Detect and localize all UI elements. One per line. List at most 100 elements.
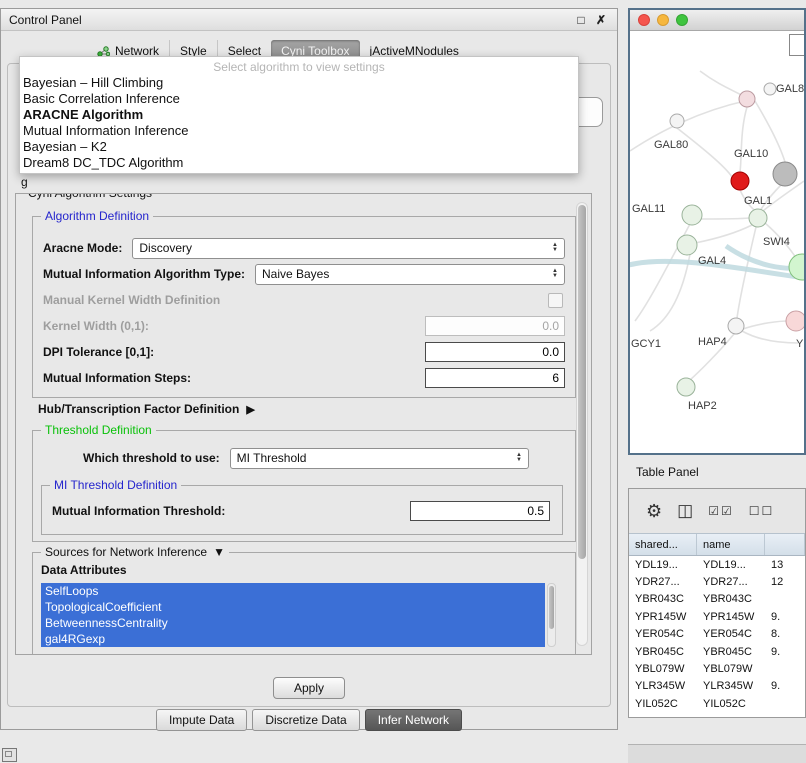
column-header-shared-name[interactable]: shared... [629, 534, 697, 555]
table-row[interactable]: YDL19...YDL19...13 [629, 556, 805, 573]
settings-group-title: Cyni Algorithm Settings [24, 193, 156, 200]
manual-kernel-checkbox[interactable] [548, 293, 563, 308]
table-row[interactable]: YBL079WYBL079W [629, 660, 805, 677]
list-item[interactable]: BetweennessCentrality [41, 615, 545, 631]
cell: 9. [765, 611, 805, 623]
column-header-extra[interactable] [765, 534, 805, 555]
algorithm-option[interactable]: Dream8 DC_TDC Algorithm [20, 155, 578, 171]
hub-definition-toggle[interactable]: Hub/Transcription Factor Definition ▶ [38, 402, 255, 416]
column-header-name[interactable]: name [697, 534, 765, 555]
node-label: GCY1 [631, 338, 661, 350]
deselect-all-icon[interactable]: ☐☐ [749, 504, 775, 518]
tab-discretize-data[interactable]: Discretize Data [252, 709, 359, 731]
algorithm-option-selected[interactable]: ARACNE Algorithm [20, 107, 578, 123]
tab-infer-network[interactable]: Infer Network [365, 709, 462, 731]
node-label: HAP2 [688, 400, 717, 412]
cyni-algorithm-settings-group: Cyni Algorithm Settings Algorithm Defini… [15, 193, 592, 655]
tab-impute-data[interactable]: Impute Data [156, 709, 247, 731]
cell: YLR345W [629, 680, 697, 692]
table-row[interactable]: YBR043CYBR043C [629, 591, 805, 608]
list-item[interactable]: SelfLoops [41, 583, 545, 599]
sources-title: Sources for Network Inference [45, 545, 207, 559]
network-node[interactable] [749, 209, 767, 227]
algorithm-option[interactable]: Bayesian – K2 [20, 139, 578, 155]
algorithm-option[interactable]: Mutual Information Inference [20, 123, 578, 139]
select-all-icon[interactable]: ☑☑ [708, 504, 734, 518]
mi-steps-row: Mutual Information Steps: [33, 365, 575, 391]
threshold-definition-group: Threshold Definition Which threshold to … [32, 430, 576, 542]
network-node[interactable] [731, 172, 749, 190]
cell: YIL052C [629, 698, 697, 710]
cell: YIL052C [697, 698, 765, 710]
table-row[interactable]: YPR145WYPR145W9. [629, 608, 805, 625]
mi-steps-label: Mutual Information Steps: [43, 371, 191, 385]
network-node[interactable] [739, 91, 755, 107]
gear-icon[interactable]: ⚙ [646, 501, 662, 522]
apply-button[interactable]: Apply [273, 677, 345, 699]
algorithm-definition-title: Algorithm Definition [41, 209, 153, 223]
aracne-mode-value: Discovery [139, 241, 192, 255]
cell: YER054C [697, 628, 765, 640]
table-row[interactable]: YER054CYER054C8. [629, 626, 805, 643]
network-node[interactable] [764, 83, 776, 95]
mi-type-combobox[interactable]: Naive Bayes [255, 264, 565, 285]
cell: YPR145W [629, 611, 697, 623]
mi-type-row: Mutual Information Algorithm Type: Naive… [33, 261, 575, 287]
mi-steps-input[interactable] [425, 368, 565, 388]
dpi-tolerance-input[interactable] [425, 342, 565, 362]
columns-icon[interactable]: ◫ [677, 501, 693, 521]
aracne-mode-label: Aracne Mode: [43, 241, 122, 255]
close-window-icon[interactable]: ✗ [593, 13, 609, 27]
table-panel-window: ⚙ ◫ ☑☑ ☐☐ shared... name YDL19...YDL19..… [628, 488, 806, 718]
settings-scrollbar[interactable] [576, 202, 588, 646]
mi-threshold-input[interactable] [410, 501, 550, 521]
bottom-tabs: Impute Data Discretize Data Infer Networ… [1, 709, 617, 731]
network-canvas[interactable]: GAL8 GAL80 GAL10 GAL11 GAL1 SWI4 GAL4 GC… [630, 31, 804, 453]
node-label: GAL8 [776, 83, 804, 95]
hub-definition-label: Hub/Transcription Factor Definition [38, 402, 239, 416]
table-row[interactable]: YBR045CYBR045C9. [629, 643, 805, 660]
aracne-mode-combobox[interactable]: Discovery [132, 238, 565, 259]
algorithm-dropdown-popup: Select algorithm to view settings Bayesi… [19, 56, 579, 174]
close-traffic-light[interactable] [638, 14, 650, 26]
table-row[interactable]: YLR345WYLR345W9. [629, 678, 805, 695]
algorithm-option[interactable]: Bayesian – Hill Climbing [20, 75, 578, 91]
network-view-window: GAL8 GAL80 GAL10 GAL11 GAL1 SWI4 GAL4 GC… [628, 8, 806, 455]
network-node[interactable] [786, 311, 804, 331]
kernel-width-row: Kernel Width (0,1): [33, 313, 575, 339]
minimized-panel-icon[interactable] [2, 748, 17, 762]
cell: YER054C [629, 628, 697, 640]
list-item[interactable]: TopologicalCoefficient [41, 599, 545, 615]
network-node[interactable] [670, 114, 684, 128]
cell: YBR043C [629, 593, 697, 605]
network-node[interactable] [677, 235, 697, 255]
which-threshold-label: Which threshold to use: [83, 451, 220, 465]
cell: YBR045C [697, 646, 765, 658]
sources-group: Sources for Network Inference ▼ Data Att… [32, 552, 576, 655]
network-node[interactable] [728, 318, 744, 334]
float-window-icon[interactable]: □ [573, 13, 589, 27]
network-node[interactable] [677, 378, 695, 396]
list-item[interactable]: gal4RGexp [41, 631, 545, 647]
node-label: GAL10 [734, 148, 768, 160]
network-node[interactable] [773, 162, 797, 186]
data-attributes-label: Data Attributes [41, 563, 127, 577]
list-scrollbar[interactable] [547, 583, 556, 647]
data-attributes-list: SelfLoops TopologicalCoefficient Between… [41, 583, 545, 647]
table-row[interactable]: YDR27...YDR27...12 [629, 573, 805, 590]
birdseye-view[interactable] [789, 34, 806, 56]
mi-threshold-title: MI Threshold Definition [50, 478, 181, 492]
algorithm-option[interactable]: Basic Correlation Inference [20, 91, 578, 107]
minimize-traffic-light[interactable] [657, 14, 669, 26]
zoom-traffic-light[interactable] [676, 14, 688, 26]
kernel-width-input[interactable] [425, 316, 565, 336]
sources-toggle[interactable]: Sources for Network Inference ▼ [41, 545, 229, 559]
which-threshold-combobox[interactable]: MI Threshold [230, 448, 529, 469]
network-node[interactable] [682, 205, 702, 225]
bottom-panel-strip [628, 744, 806, 763]
node-label: GAL4 [698, 255, 726, 267]
table-row[interactable]: YIL052CYIL052C [629, 695, 805, 712]
table-panel-title: Table Panel [636, 465, 699, 479]
mi-threshold-label: Mutual Information Threshold: [52, 504, 225, 518]
cell: YBR045C [629, 646, 697, 658]
